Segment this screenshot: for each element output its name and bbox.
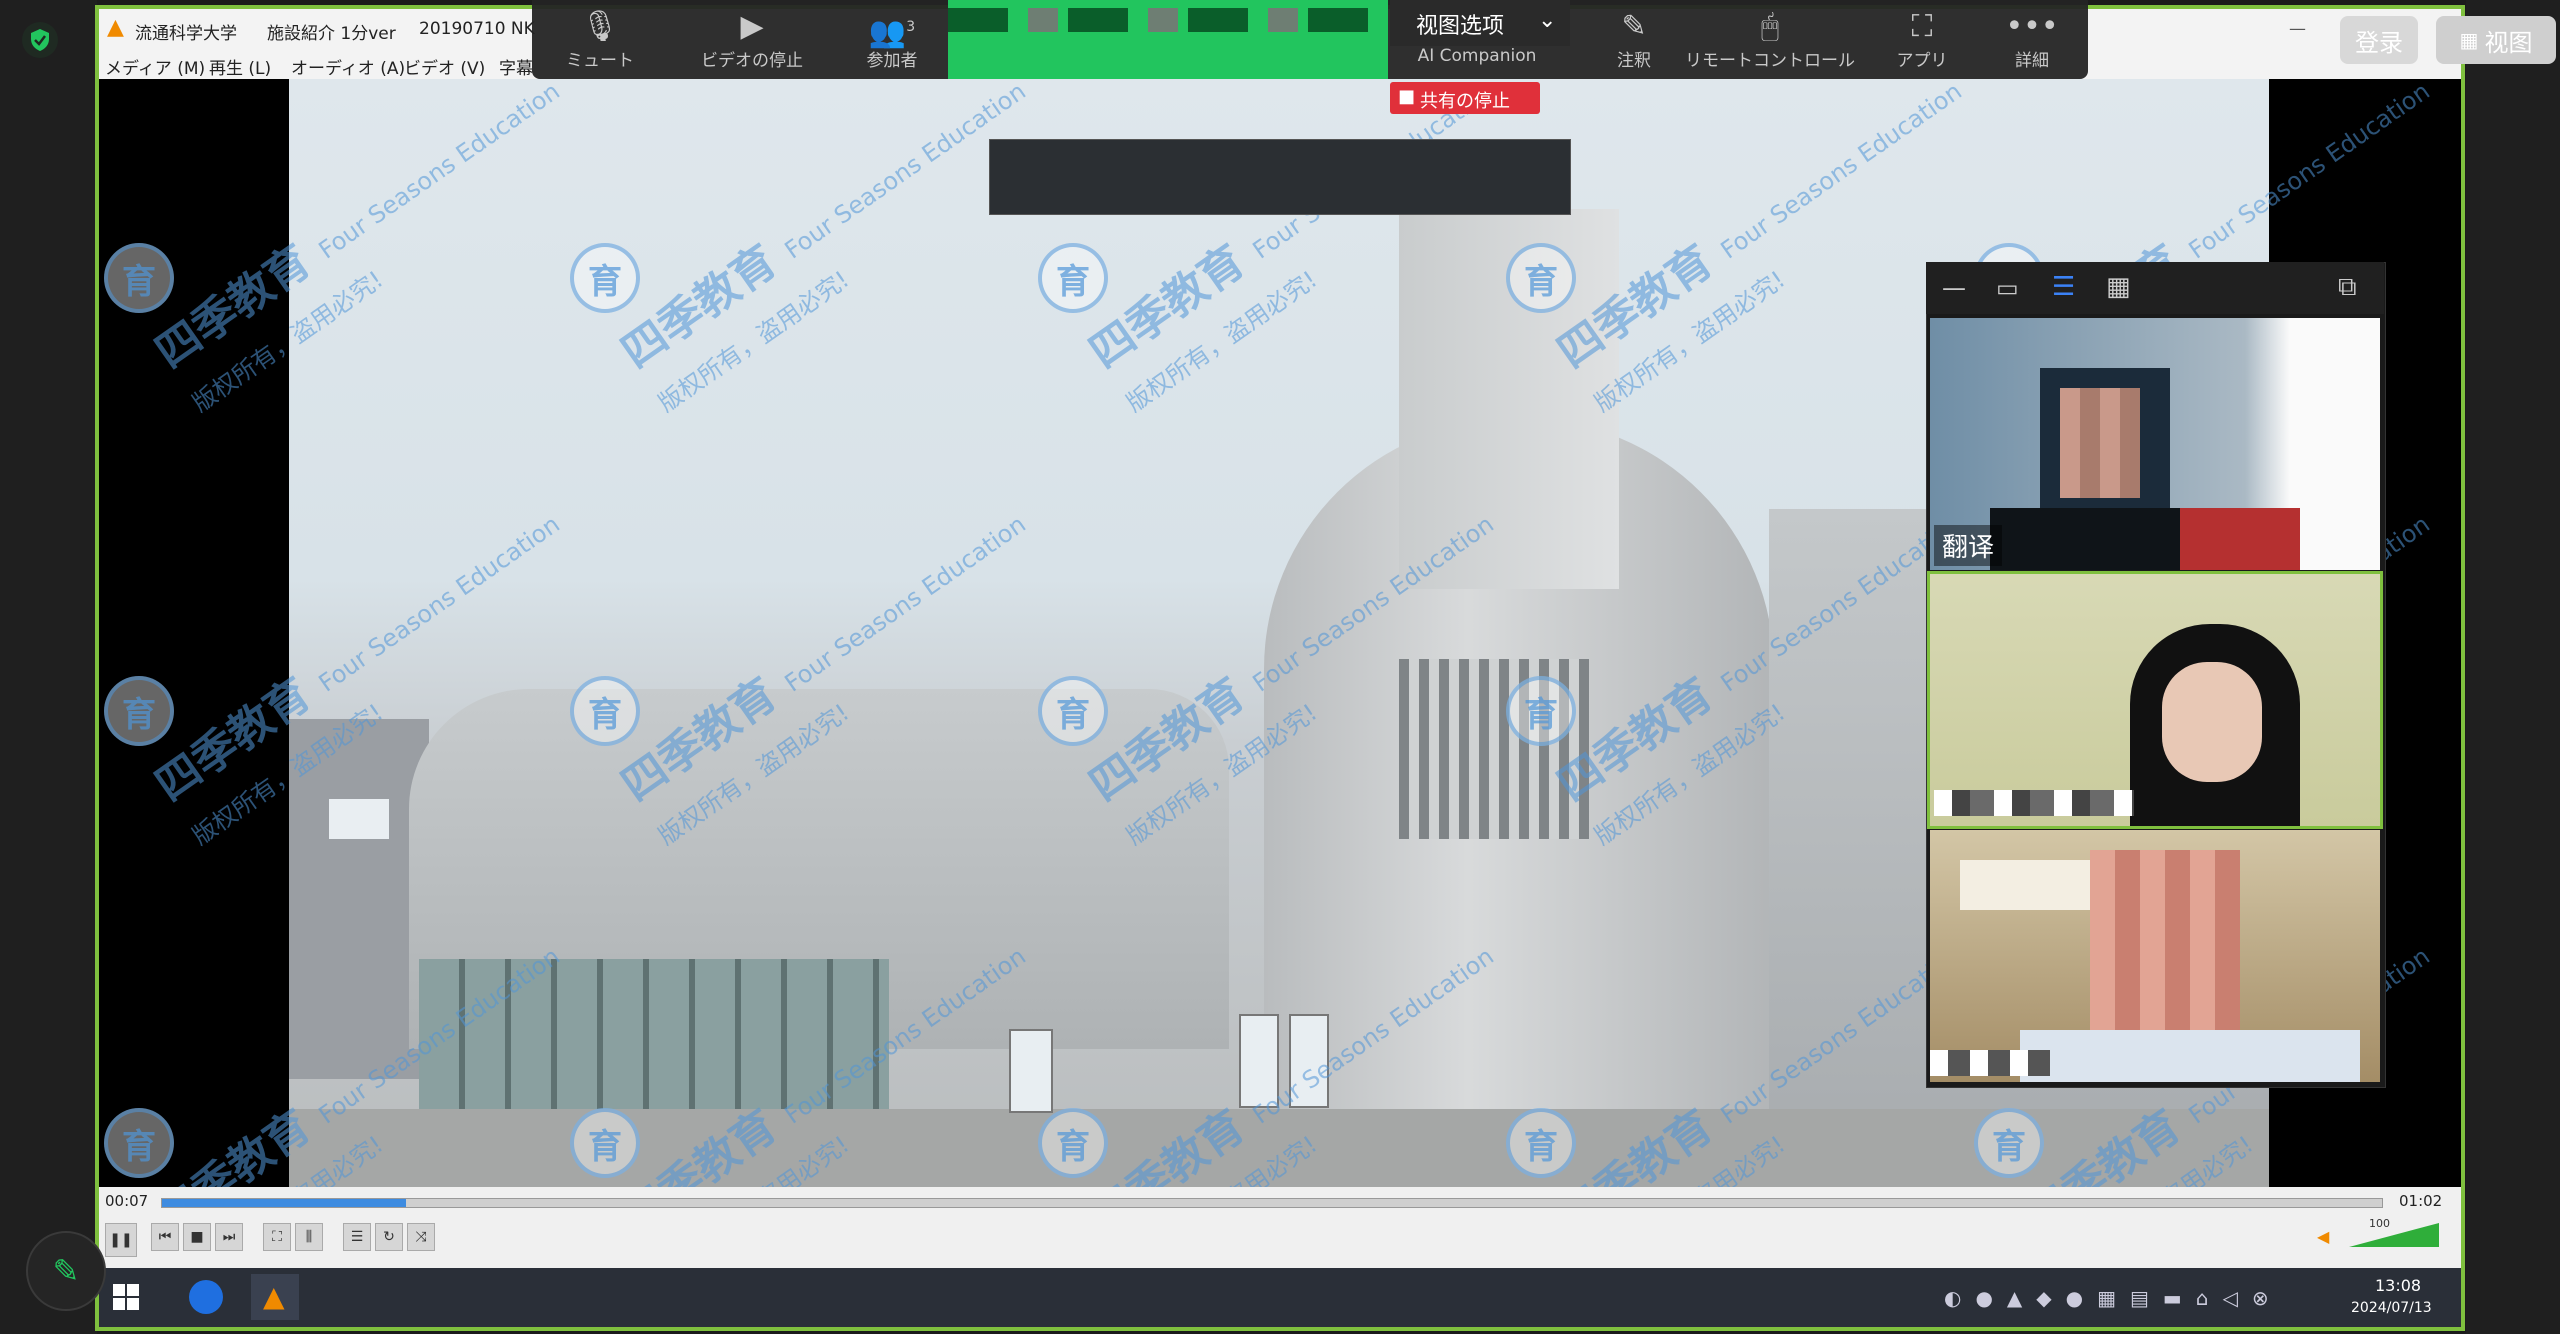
participant-name-label: 翻译: [1934, 525, 2003, 566]
remote-control-icon: 🖱: [1761, 9, 1779, 44]
gallery-view-icon[interactable]: ▦: [2106, 272, 2131, 302]
watermark-seal-icon: 育: [1038, 676, 1108, 746]
stop-icon[interactable]: ■: [183, 1223, 211, 1251]
volume-label: 100: [2369, 1217, 2390, 1230]
vlc-cone-icon: ▲: [107, 15, 124, 40]
stop-share-button[interactable]: ■ 共有の停止: [1390, 82, 1540, 114]
shuffle-icon[interactable]: ⤨: [407, 1223, 435, 1251]
previous-icon[interactable]: ⏮: [151, 1223, 179, 1251]
watermark-seal-icon: 育: [1506, 676, 1576, 746]
menu-playback[interactable]: 再生 (L): [209, 54, 271, 79]
view-button-label: 视图: [2484, 28, 2533, 57]
volume-speaker-icon[interactable]: ◀: [2317, 1227, 2329, 1246]
left-margin: [0, 0, 97, 1334]
microphone-icon: 🎙: [580, 9, 620, 44]
annotate-button[interactable]: ✎ 注釈: [1584, 8, 1684, 71]
time-total: 01:02: [2399, 1192, 2443, 1210]
vlc-controls: ❚❚ ⏮ ■ ⏭ ⛶ ⫼ ☰ ↻ ⤨ ◀ 100: [99, 1215, 2461, 1268]
watermark-seal-icon: 育: [1974, 1108, 2044, 1178]
watermark-seal-icon: 育: [1038, 1108, 1108, 1178]
watermark-seal-icon: 育: [1038, 243, 1108, 313]
pause-icon[interactable]: ❚❚: [105, 1223, 137, 1257]
taskbar-time: 13:08: [2375, 1276, 2422, 1295]
pop-out-icon[interactable]: ⧉: [2338, 272, 2357, 303]
menu-audio[interactable]: オーディオ (A): [291, 54, 405, 79]
watermark-seal-icon: 育: [1506, 1108, 1576, 1178]
watermark-seal-icon: 育: [104, 243, 174, 313]
participants-icon: 👥3: [868, 15, 916, 50]
watermark-seal-icon: 育: [1506, 243, 1576, 313]
minimize-icon[interactable]: —: [2289, 19, 2306, 39]
overlay-bar: [989, 139, 1571, 215]
login-button[interactable]: 登录: [2340, 16, 2418, 64]
pixelated-name-label: [1930, 1050, 2050, 1076]
watermark-seal-icon: 育: [104, 676, 174, 746]
vlc-title-file: 施設紹介 1分ver: [267, 24, 396, 44]
participant-shirt: [2020, 1030, 2360, 1082]
participant-face: [2162, 662, 2262, 782]
participants-button[interactable]: 👥3 参加者: [842, 8, 942, 71]
participant-tile-active-speaker[interactable]: [1927, 571, 2383, 829]
participant-tile[interactable]: [1930, 830, 2380, 1082]
menu-video[interactable]: ビデオ (V): [404, 54, 485, 79]
more-icon: •••: [2005, 9, 2059, 44]
pixelated-meeting-id: [948, 8, 1388, 32]
watermark-seal-icon: 育: [104, 1108, 174, 1178]
sharing-status-banner: [948, 0, 1388, 79]
vlc-seek-bar[interactable]: 00:07 01:02: [99, 1187, 2461, 1215]
minimize-panel-icon[interactable]: —: [1942, 274, 1966, 302]
participant-count: 3: [906, 19, 916, 35]
loop-icon[interactable]: ↻: [375, 1223, 403, 1251]
security-shield-icon[interactable]: [22, 22, 58, 58]
stop-video-button[interactable]: ▶ ビデオの停止: [682, 8, 822, 71]
seek-progress-fill: [162, 1199, 407, 1207]
view-options-dropdown[interactable]: 视图选项 ⌄: [1390, 0, 1570, 46]
volume-slider[interactable]: [2349, 1223, 2439, 1247]
apps-button[interactable]: ⛶ アプリ: [1872, 8, 1972, 71]
time-elapsed: 00:07: [105, 1192, 149, 1210]
single-view-icon[interactable]: ▭: [1996, 274, 2019, 302]
windows-start-icon[interactable]: [113, 1284, 139, 1310]
remote-control-button[interactable]: 🖱 リモートコントロール: [1680, 8, 1860, 71]
next-icon[interactable]: ⏭: [215, 1223, 243, 1251]
background-chair: [2180, 508, 2300, 570]
system-tray-icons[interactable]: ◐●▲◆●▦▤▬⌂◁⊗: [1944, 1286, 2283, 1310]
view-options-label: 视图选项: [1416, 14, 1505, 39]
taskbar-date: 2024/07/13: [2351, 1300, 2432, 1316]
apps-icon: ⛶: [1911, 9, 1933, 44]
participant-tile[interactable]: 翻译: [1930, 318, 2380, 570]
more-button[interactable]: ••• 詳細: [1982, 8, 2082, 71]
playlist-icon[interactable]: ☰: [343, 1223, 371, 1251]
pixelated-face: [2090, 850, 2240, 1050]
mute-button[interactable]: 🎙 ミュート: [550, 8, 650, 71]
zoom-app-icon[interactable]: [189, 1280, 223, 1314]
stop-square-icon: ■: [1398, 86, 1416, 107]
annotate-pen-button[interactable]: ✎: [26, 1231, 106, 1311]
grid-icon: ▦: [2459, 28, 2479, 52]
seek-track[interactable]: [161, 1198, 2383, 1208]
stop-share-label: 共有の停止: [1420, 91, 1510, 112]
right-margin: [2466, 0, 2560, 1334]
chevron-down-icon: ⌄: [1538, 8, 1557, 33]
extended-settings-icon[interactable]: ⫼: [295, 1223, 323, 1251]
windows-taskbar: ▲ ◐●▲◆●▦▤▬⌂◁⊗ 13:08 2024/07/13: [99, 1268, 2461, 1327]
vlc-title-app: 流通科学大学: [135, 24, 237, 44]
panel-header: — ▭ ☰ ▦ ⧉: [1926, 262, 2384, 314]
video-camera-icon: ▶: [740, 9, 764, 44]
list-view-icon[interactable]: ☰: [2052, 272, 2075, 302]
watermark-seal-icon: 育: [570, 243, 640, 313]
menu-media[interactable]: メディア (M): [105, 54, 205, 79]
pixelated-name-label: [1934, 790, 2134, 816]
vlc-title-date: 20190710 NK: [419, 19, 535, 39]
pen-icon: ✎: [52, 1252, 80, 1290]
watermark-seal-icon: 育: [570, 1108, 640, 1178]
pixelated-face: [2060, 388, 2140, 498]
annotate-icon: ✎: [1621, 9, 1647, 44]
view-button[interactable]: ▦ 视图: [2436, 16, 2556, 64]
watermark-seal-icon: 育: [570, 676, 640, 746]
fullscreen-icon[interactable]: ⛶: [263, 1223, 291, 1251]
vlc-taskbar-icon[interactable]: ▲: [251, 1274, 299, 1320]
